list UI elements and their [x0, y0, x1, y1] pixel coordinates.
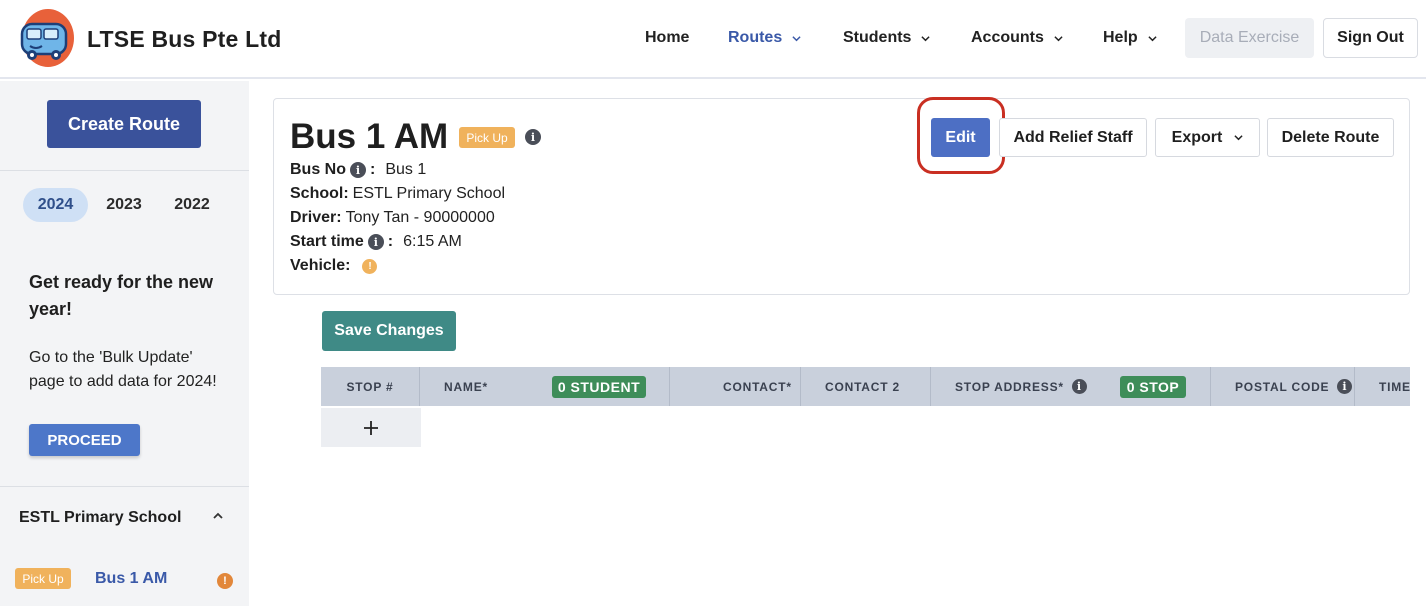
- stop-count-badge: 0 STOP: [1120, 376, 1186, 398]
- save-changes-button[interactable]: Save Changes: [322, 311, 456, 351]
- bus-no-value: Bus 1: [385, 161, 427, 178]
- info-icon[interactable]: i: [350, 162, 366, 178]
- start-time-value: 6:15 AM: [403, 233, 462, 250]
- chevron-down-icon: [792, 35, 801, 41]
- vehicle-row: Vehicle: !: [290, 257, 378, 275]
- column-label: NAME*: [444, 379, 489, 394]
- school-group-header[interactable]: ESTL Primary School: [19, 509, 181, 527]
- proceed-button[interactable]: PROCEED: [29, 424, 140, 456]
- nav-accounts-label: Accounts: [971, 29, 1044, 46]
- nav-students[interactable]: Students: [843, 29, 931, 47]
- pickup-badge: Pick Up: [15, 568, 71, 589]
- export-button[interactable]: Export: [1155, 118, 1260, 157]
- column-header-stop[interactable]: STOP #: [321, 367, 420, 406]
- column-label: TIME: [1379, 379, 1410, 394]
- column-header-contact[interactable]: CONTACT*: [670, 367, 801, 406]
- column-header-stop-address[interactable]: STOP ADDRESS* i 0 STOP: [931, 367, 1211, 406]
- school-row: School: ESTL Primary School: [290, 185, 505, 203]
- driver-row: Driver: Tony Tan - 90000000: [290, 209, 495, 227]
- nav-accounts[interactable]: Accounts: [971, 29, 1063, 47]
- nav-home-label: Home: [645, 29, 690, 46]
- year-tab-2022[interactable]: 2022: [160, 188, 224, 222]
- chevron-down-icon: [1054, 35, 1063, 41]
- start-time-row: Start time i : 6:15 AM: [290, 233, 462, 251]
- nav-help-label: Help: [1103, 29, 1138, 46]
- student-count-badge: 0 STUDENT: [552, 376, 646, 398]
- nav-routes[interactable]: Routes: [728, 29, 801, 47]
- info-icon[interactable]: i: [1337, 379, 1353, 394]
- chevron-up-icon[interactable]: [212, 511, 224, 521]
- export-label: Export: [1171, 128, 1223, 146]
- start-time-label: Start time: [290, 233, 364, 250]
- nav-help[interactable]: Help: [1103, 29, 1157, 47]
- bus-no-row: Bus No i : Bus 1: [290, 161, 426, 179]
- route-title: Bus 1 AM: [290, 117, 449, 156]
- brand-name: LTSE Bus Pte Ltd: [87, 26, 282, 52]
- plus-icon: [364, 420, 378, 435]
- colon: :: [370, 161, 376, 178]
- sidebar: Create Route 2024 2023 2022 Get ready fo…: [0, 81, 249, 606]
- stops-table-header: STOP # NAME* 0 STUDENT CONTACT* CONTACT …: [321, 367, 1410, 406]
- bus-no-label: Bus No: [290, 161, 346, 178]
- school-value: ESTL Primary School: [352, 185, 506, 202]
- chevron-down-icon: [921, 35, 931, 41]
- data-exercise-button[interactable]: Data Exercise: [1185, 18, 1314, 58]
- nav-home[interactable]: Home: [645, 29, 689, 47]
- school-label: School:: [290, 185, 349, 202]
- year-tab-2023[interactable]: 2023: [92, 188, 156, 222]
- warning-icon: !: [217, 573, 233, 589]
- route-details-card: Bus 1 AM Pick Up i Bus No i : Bus 1 Scho…: [273, 97, 1410, 295]
- column-label: CONTACT 2: [825, 379, 900, 394]
- chevron-down-icon: [1234, 135, 1243, 141]
- column-header-contact-2[interactable]: CONTACT 2: [801, 367, 931, 406]
- sign-out-button[interactable]: Sign Out: [1323, 18, 1418, 58]
- bus-logo-icon[interactable]: [16, 8, 76, 68]
- add-relief-staff-button[interactable]: Add Relief Staff: [999, 118, 1147, 157]
- promo-title: Get ready for the new year!: [29, 272, 214, 319]
- column-label: POSTAL CODE: [1235, 379, 1330, 394]
- pickup-badge: Pick Up: [459, 127, 515, 148]
- driver-label: Driver:: [290, 209, 342, 226]
- create-route-button[interactable]: Create Route: [47, 100, 201, 148]
- add-stop-button[interactable]: [321, 408, 421, 447]
- info-icon[interactable]: i: [367, 234, 384, 250]
- promo-text: Go to the 'Bulk Update' page to add data…: [29, 349, 217, 390]
- driver-value: Tony Tan - 90000000: [345, 209, 495, 226]
- info-icon[interactable]: i: [1071, 379, 1087, 394]
- column-label: STOP #: [346, 379, 394, 394]
- top-header: LTSE Bus Pte Ltd Home Routes Students Ac…: [0, 0, 1426, 79]
- column-label: CONTACT*: [723, 379, 792, 394]
- info-icon[interactable]: i: [525, 129, 541, 145]
- warning-icon: !: [362, 258, 378, 274]
- vehicle-label: Vehicle:: [290, 257, 351, 274]
- year-tab-2024[interactable]: 2024: [23, 188, 88, 222]
- chevron-down-icon: [1148, 35, 1157, 41]
- sidebar-route-bus-1-am[interactable]: Bus 1 AM: [95, 570, 167, 588]
- nav-routes-label: Routes: [728, 29, 783, 46]
- nav-students-label: Students: [843, 29, 912, 46]
- column-label: STOP ADDRESS*: [955, 379, 1064, 394]
- edit-button[interactable]: Edit: [931, 118, 990, 157]
- divider: [0, 486, 249, 487]
- colon: :: [387, 233, 394, 250]
- column-header-postal-code[interactable]: POSTAL CODE i: [1211, 367, 1355, 406]
- delete-route-button[interactable]: Delete Route: [1267, 118, 1394, 157]
- divider: [0, 170, 249, 171]
- column-header-time[interactable]: TIME: [1355, 367, 1410, 406]
- column-header-name[interactable]: NAME* 0 STUDENT: [420, 367, 670, 406]
